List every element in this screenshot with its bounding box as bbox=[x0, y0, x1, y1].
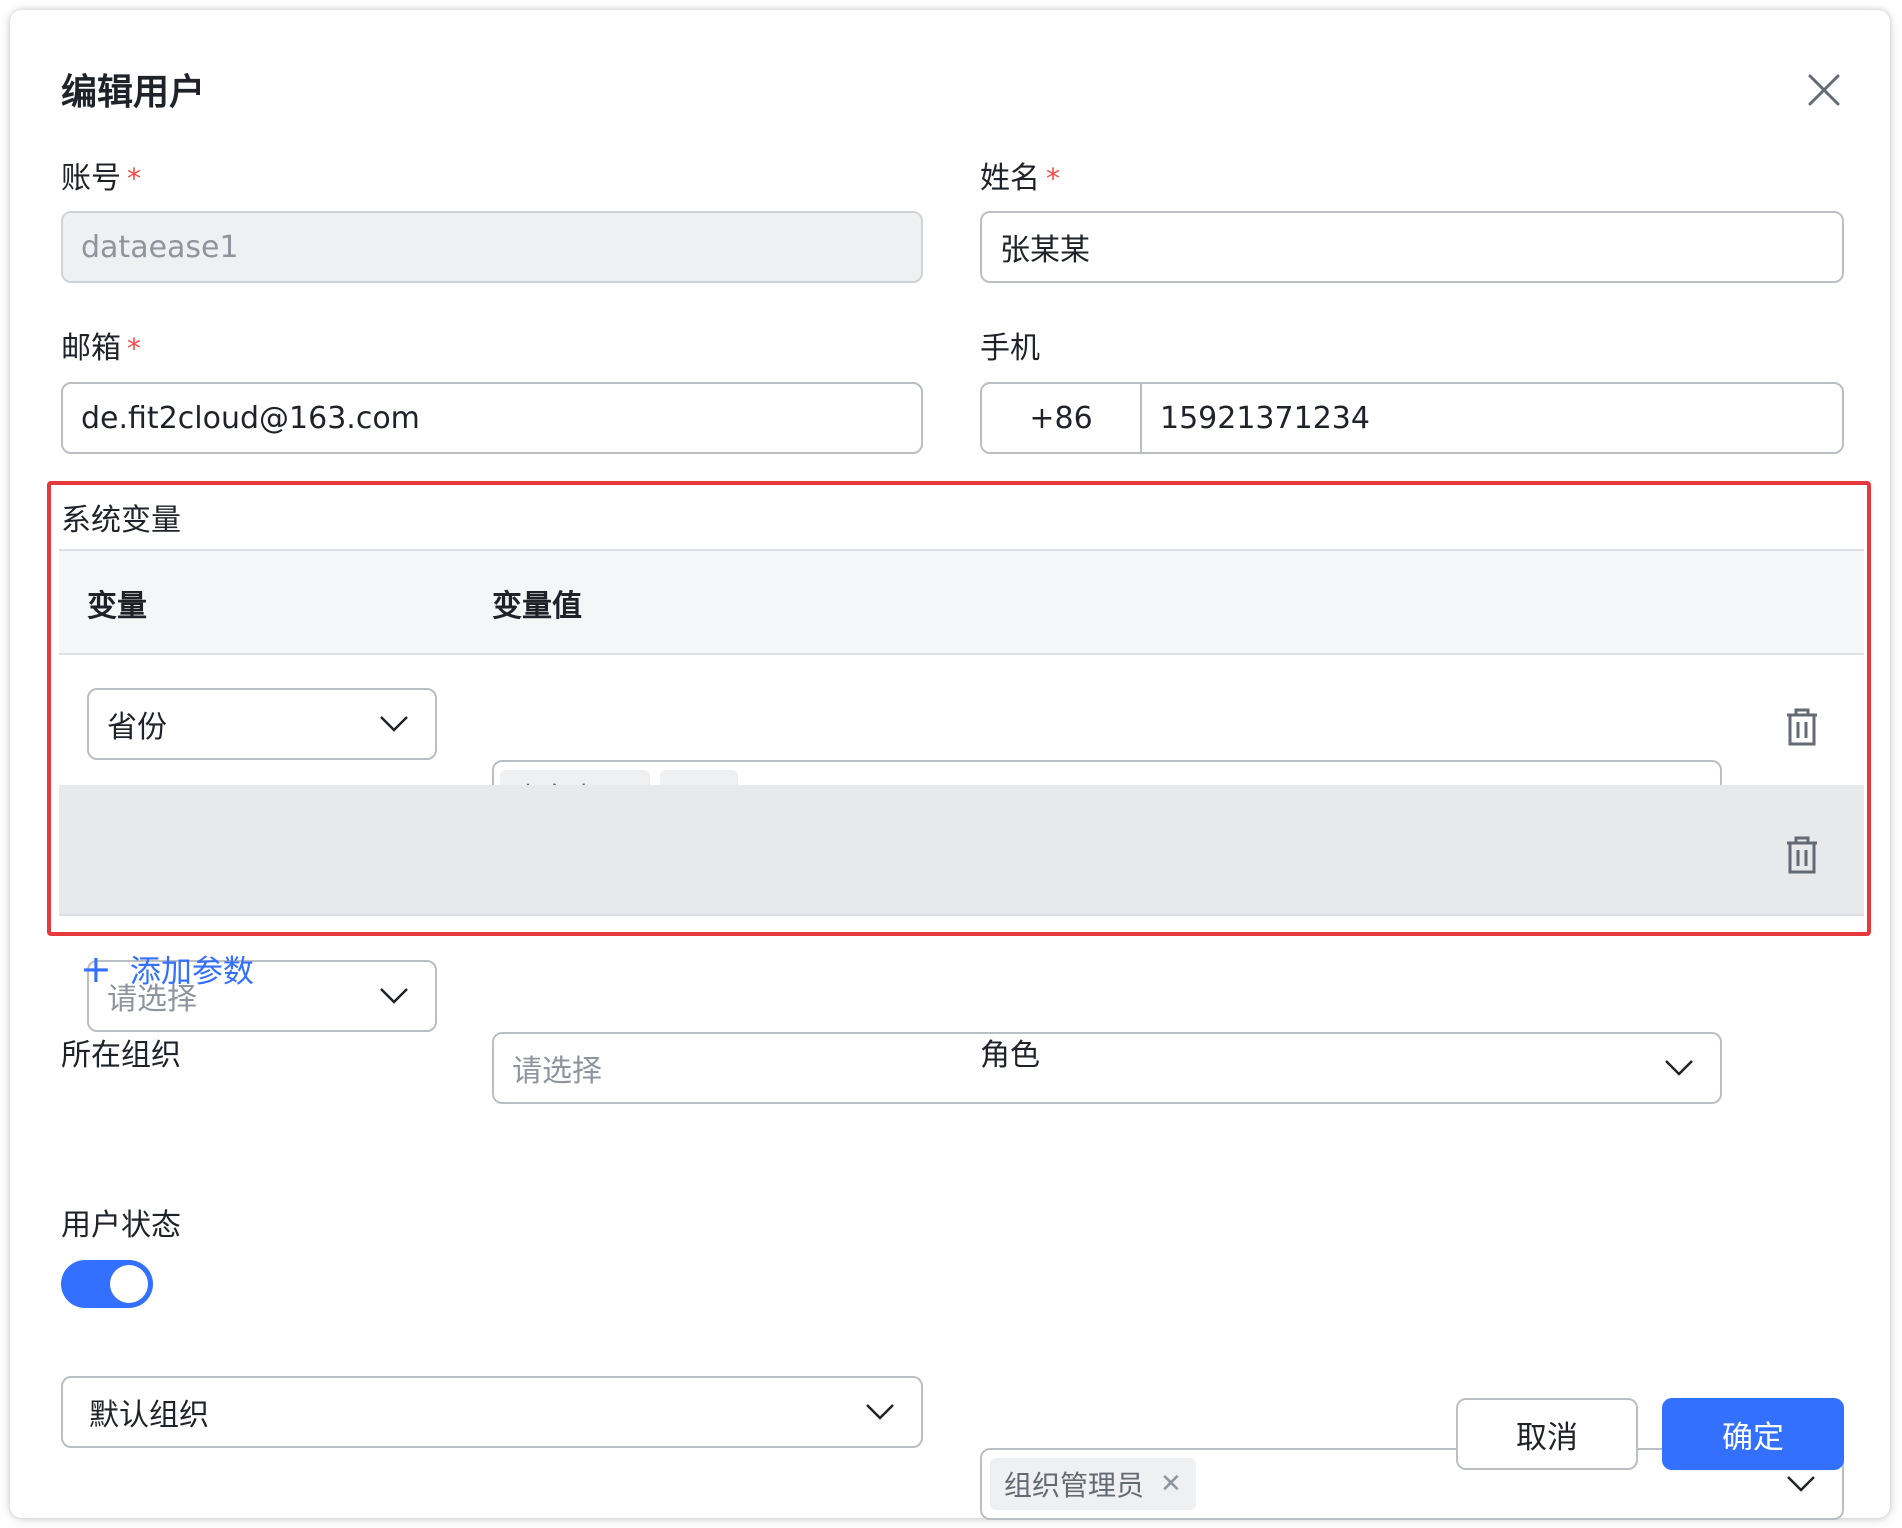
phone-field: +86 15921371234 bbox=[980, 382, 1844, 454]
phone-number-input[interactable]: 15921371234 bbox=[1142, 384, 1388, 452]
organization-select[interactable]: 默认组织 bbox=[61, 1376, 923, 1448]
variable-select-value: 省份 bbox=[107, 710, 167, 745]
account-label-text: 账号 bbox=[61, 161, 121, 196]
account-value: dataease1 bbox=[81, 229, 239, 265]
toggle-knob bbox=[110, 1265, 148, 1303]
edit-user-dialog: 编辑用户 账号 * dataease1 姓名 * 张某某 邮箱 * de.fit2cl… bbox=[10, 10, 1890, 1520]
user-status-toggle[interactable] bbox=[61, 1260, 153, 1308]
chevron-down-icon bbox=[380, 716, 408, 732]
chevron-down-icon bbox=[1665, 1060, 1693, 1076]
chevron-down-icon bbox=[1787, 1476, 1815, 1492]
name-input[interactable]: 张某某 bbox=[980, 211, 1844, 283]
required-mark: * bbox=[1046, 162, 1060, 195]
delete-row-icon[interactable] bbox=[1784, 707, 1820, 747]
organization-value: 默认组织 bbox=[89, 1398, 209, 1433]
variable-select[interactable]: 省份 bbox=[87, 688, 437, 760]
required-mark: * bbox=[127, 162, 141, 195]
variable-row-hover bbox=[59, 785, 1864, 916]
dialog-title: 编辑用户 bbox=[61, 72, 206, 113]
email-label: 邮箱 * bbox=[61, 328, 141, 370]
variables-table-header: 变量 变量值 bbox=[59, 549, 1864, 655]
name-label-text: 姓名 bbox=[980, 161, 1040, 196]
role-tag-label: 组织管理员 bbox=[1004, 1469, 1145, 1502]
name-label: 姓名 * bbox=[980, 158, 1060, 200]
column-variable: 变量 bbox=[87, 589, 147, 624]
chevron-down-icon bbox=[380, 988, 408, 1004]
account-input: dataease1 bbox=[61, 211, 923, 283]
column-variable-value: 变量值 bbox=[492, 589, 582, 624]
organization-label: 所在组织 bbox=[61, 1038, 181, 1073]
name-value: 张某某 bbox=[1000, 233, 1090, 268]
add-param-label: 添加参数 bbox=[129, 954, 254, 990]
email-value: de.fit2cloud@163.com bbox=[81, 400, 420, 436]
account-label: 账号 * bbox=[61, 158, 141, 200]
phone-label: 手机 bbox=[980, 331, 1040, 366]
delete-row-icon[interactable] bbox=[1784, 835, 1820, 875]
role-tag: 组织管理员 ✕ bbox=[990, 1458, 1196, 1510]
add-param-button[interactable]: + 添加参数 bbox=[80, 946, 254, 991]
user-status-label: 用户状态 bbox=[61, 1208, 181, 1243]
email-input[interactable]: de.fit2cloud@163.com bbox=[61, 382, 923, 454]
confirm-button[interactable]: 确定 bbox=[1662, 1398, 1844, 1470]
cancel-button[interactable]: 取消 bbox=[1456, 1398, 1638, 1470]
chevron-down-icon bbox=[866, 1404, 894, 1420]
plus-icon: + bbox=[80, 946, 112, 991]
tag-close-icon[interactable]: ✕ bbox=[1160, 1469, 1182, 1499]
system-variables-label: 系统变量 bbox=[61, 503, 181, 538]
country-code-select[interactable]: +86 bbox=[982, 384, 1142, 452]
email-label-text: 邮箱 bbox=[61, 331, 121, 366]
role-label: 角色 bbox=[980, 1038, 1040, 1073]
close-icon[interactable] bbox=[1802, 68, 1846, 112]
required-mark: * bbox=[127, 332, 141, 365]
variable-value-select[interactable]: 请选择 bbox=[492, 1032, 1722, 1104]
variable-value-placeholder: 请选择 bbox=[512, 1054, 602, 1089]
